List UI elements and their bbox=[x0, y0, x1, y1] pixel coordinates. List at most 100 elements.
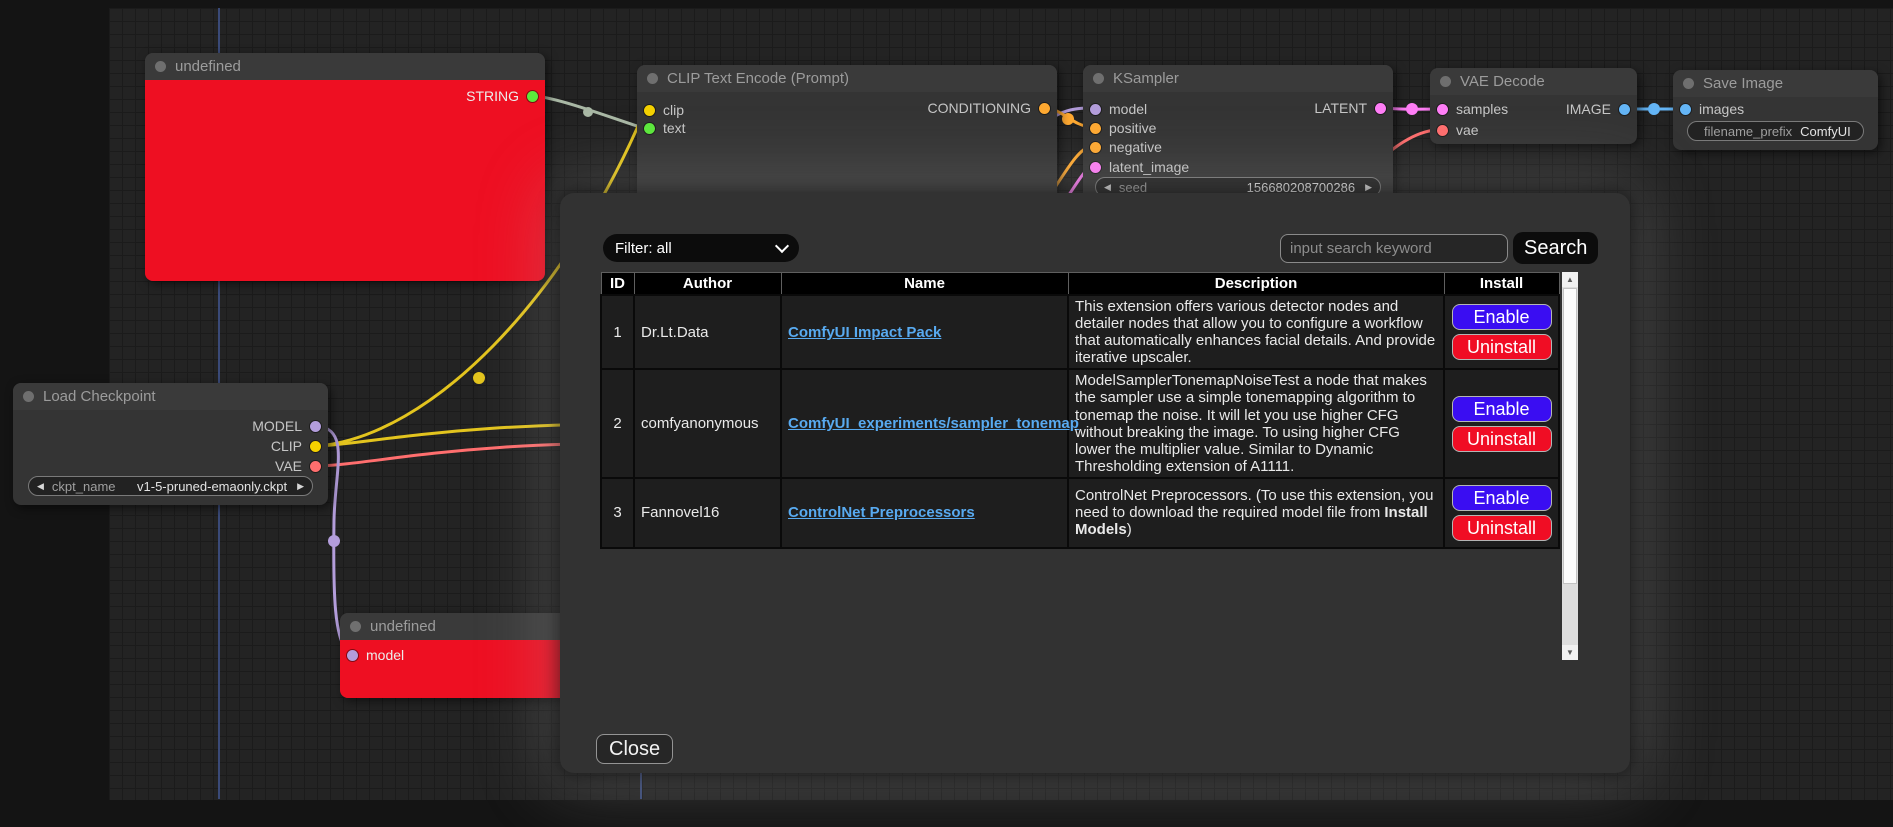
input-label: samples bbox=[1456, 101, 1508, 117]
node-collapse-icon[interactable] bbox=[23, 391, 34, 402]
extension-link[interactable]: ControlNet Preprocessors bbox=[788, 504, 975, 521]
cell-description: This extension offers various detector n… bbox=[1068, 295, 1444, 369]
node-collapse-icon[interactable] bbox=[155, 61, 166, 72]
filter-selected-value: Filter: all bbox=[615, 240, 672, 257]
arrow-right-icon[interactable]: ▶ bbox=[297, 481, 304, 492]
node-title: KSampler bbox=[1113, 70, 1179, 87]
output-slot-vae[interactable] bbox=[310, 461, 321, 472]
node-title: undefined bbox=[175, 58, 241, 75]
filter-select[interactable]: Filter: all bbox=[603, 234, 799, 262]
extension-link[interactable]: ComfyUI_experiments/sampler_tonemap bbox=[788, 415, 1079, 432]
extension-table: ID Author Name Description Install 1 Dr.… bbox=[600, 272, 1560, 549]
col-header-name: Name bbox=[781, 273, 1068, 296]
output-label: CLIP bbox=[271, 438, 302, 454]
input-slot-vae[interactable] bbox=[1437, 125, 1448, 136]
input-slot-images[interactable] bbox=[1680, 104, 1691, 115]
cell-author: Dr.Lt.Data bbox=[634, 295, 781, 369]
scroll-down-icon[interactable]: ▼ bbox=[1562, 645, 1578, 660]
node-title-bar[interactable]: CLIP Text Encode (Prompt) bbox=[637, 65, 1057, 92]
manager-dialog: Filter: all Search ID Author Name Descri… bbox=[560, 193, 1630, 773]
close-button[interactable]: Close bbox=[596, 734, 673, 764]
node-collapse-icon[interactable] bbox=[1093, 73, 1104, 84]
enable-button[interactable]: Enable bbox=[1452, 396, 1552, 422]
widget-value: ComfyUI bbox=[1800, 124, 1851, 139]
node-title-bar[interactable]: VAE Decode bbox=[1430, 68, 1637, 95]
cell-install: Enable Uninstall bbox=[1444, 369, 1559, 478]
arrow-left-icon[interactable]: ◀ bbox=[1104, 182, 1111, 193]
link-dot bbox=[328, 535, 340, 547]
uninstall-button[interactable]: Uninstall bbox=[1452, 426, 1552, 452]
input-slot-model[interactable] bbox=[347, 650, 358, 661]
node-title-bar[interactable]: Save Image bbox=[1673, 70, 1878, 97]
input-slot-text[interactable] bbox=[644, 123, 655, 134]
output-slot-clip[interactable] bbox=[310, 441, 321, 452]
cell-author: Fannovel16 bbox=[634, 478, 781, 548]
cell-install: Enable Uninstall bbox=[1444, 295, 1559, 369]
enable-button[interactable]: Enable bbox=[1452, 304, 1552, 330]
cell-description: ModelSamplerTonemapNoiseTest a node that… bbox=[1068, 369, 1444, 478]
cell-description: ControlNet Preprocessors. (To use this e… bbox=[1068, 478, 1444, 548]
input-label: clip bbox=[663, 102, 684, 118]
extension-link[interactable]: ComfyUI Impact Pack bbox=[788, 324, 941, 341]
node-collapse-icon[interactable] bbox=[350, 621, 361, 632]
cell-id: 3 bbox=[601, 478, 634, 548]
output-slot-conditioning[interactable] bbox=[1039, 103, 1050, 114]
node-title: Save Image bbox=[1703, 75, 1783, 92]
input-slot-latent-image[interactable] bbox=[1090, 162, 1101, 173]
node-undefined-top[interactable]: undefined STRING bbox=[145, 53, 545, 281]
output-label: STRING bbox=[466, 88, 519, 104]
input-slot-clip[interactable] bbox=[644, 105, 655, 116]
filename-prefix-widget[interactable]: filename_prefix ComfyUI bbox=[1687, 121, 1864, 141]
output-label: CONDITIONING bbox=[928, 100, 1031, 116]
link-dot bbox=[473, 372, 485, 384]
cell-id: 2 bbox=[601, 369, 634, 478]
output-label: MODEL bbox=[252, 418, 302, 434]
table-scrollbar[interactable]: ▲ ▼ bbox=[1562, 272, 1578, 660]
node-save-image[interactable]: Save Image images filename_prefix ComfyU… bbox=[1673, 70, 1878, 150]
node-load-checkpoint[interactable]: Load Checkpoint MODEL CLIP VAE ◀ ckpt_na… bbox=[13, 383, 328, 505]
node-title: Load Checkpoint bbox=[43, 388, 156, 405]
input-slot-negative[interactable] bbox=[1090, 142, 1101, 153]
arrow-right-icon[interactable]: ▶ bbox=[1365, 182, 1372, 193]
ckpt-name-widget[interactable]: ◀ ckpt_name v1-5-pruned-emaonly.ckpt ▶ bbox=[28, 476, 313, 496]
input-label: model bbox=[366, 647, 404, 663]
node-vae-decode[interactable]: VAE Decode samples vae IMAGE bbox=[1430, 68, 1637, 144]
comfyui-app: { "graph": { "node_undefined_top": { "ti… bbox=[0, 0, 1893, 827]
input-slot-positive[interactable] bbox=[1090, 123, 1101, 134]
widget-label: ckpt_name bbox=[52, 479, 116, 494]
cell-id: 1 bbox=[601, 295, 634, 369]
node-title-bar[interactable]: Load Checkpoint bbox=[13, 383, 328, 410]
cell-name: ComfyUI Impact Pack bbox=[781, 295, 1068, 369]
output-slot-model[interactable] bbox=[310, 421, 321, 432]
node-collapse-icon[interactable] bbox=[1683, 78, 1694, 89]
node-collapse-icon[interactable] bbox=[647, 73, 658, 84]
node-title-bar[interactable]: KSampler bbox=[1083, 65, 1393, 92]
output-slot-latent[interactable] bbox=[1375, 103, 1386, 114]
output-label: IMAGE bbox=[1566, 101, 1611, 117]
link-dot bbox=[1406, 103, 1418, 115]
node-collapse-icon[interactable] bbox=[1440, 76, 1451, 87]
table-row: 2 comfyanonymous ComfyUI_experiments/sam… bbox=[601, 369, 1559, 478]
output-slot-image[interactable] bbox=[1619, 104, 1630, 115]
uninstall-button[interactable]: Uninstall bbox=[1452, 334, 1552, 360]
output-label: LATENT bbox=[1314, 100, 1367, 116]
search-input[interactable] bbox=[1280, 234, 1508, 263]
input-slot-model[interactable] bbox=[1090, 104, 1101, 115]
input-label: negative bbox=[1109, 139, 1162, 155]
node-title-bar[interactable]: undefined bbox=[145, 53, 545, 80]
scroll-up-icon[interactable]: ▲ bbox=[1562, 272, 1578, 287]
search-button[interactable]: Search bbox=[1513, 232, 1598, 264]
table-row: 3 Fannovel16 ControlNet Preprocessors Co… bbox=[601, 478, 1559, 548]
arrow-left-icon[interactable]: ◀ bbox=[37, 481, 44, 492]
enable-button[interactable]: Enable bbox=[1452, 485, 1552, 511]
link-dot bbox=[583, 107, 593, 117]
scrollbar-thumb[interactable] bbox=[1563, 288, 1577, 584]
col-header-author: Author bbox=[634, 273, 781, 296]
input-slot-samples[interactable] bbox=[1437, 104, 1448, 115]
input-label: positive bbox=[1109, 120, 1156, 136]
col-header-install: Install bbox=[1444, 273, 1559, 296]
uninstall-button[interactable]: Uninstall bbox=[1452, 515, 1552, 541]
output-slot-string[interactable] bbox=[527, 91, 538, 102]
node-title: CLIP Text Encode (Prompt) bbox=[667, 70, 849, 87]
widget-value: v1-5-pruned-emaonly.ckpt bbox=[137, 479, 287, 494]
